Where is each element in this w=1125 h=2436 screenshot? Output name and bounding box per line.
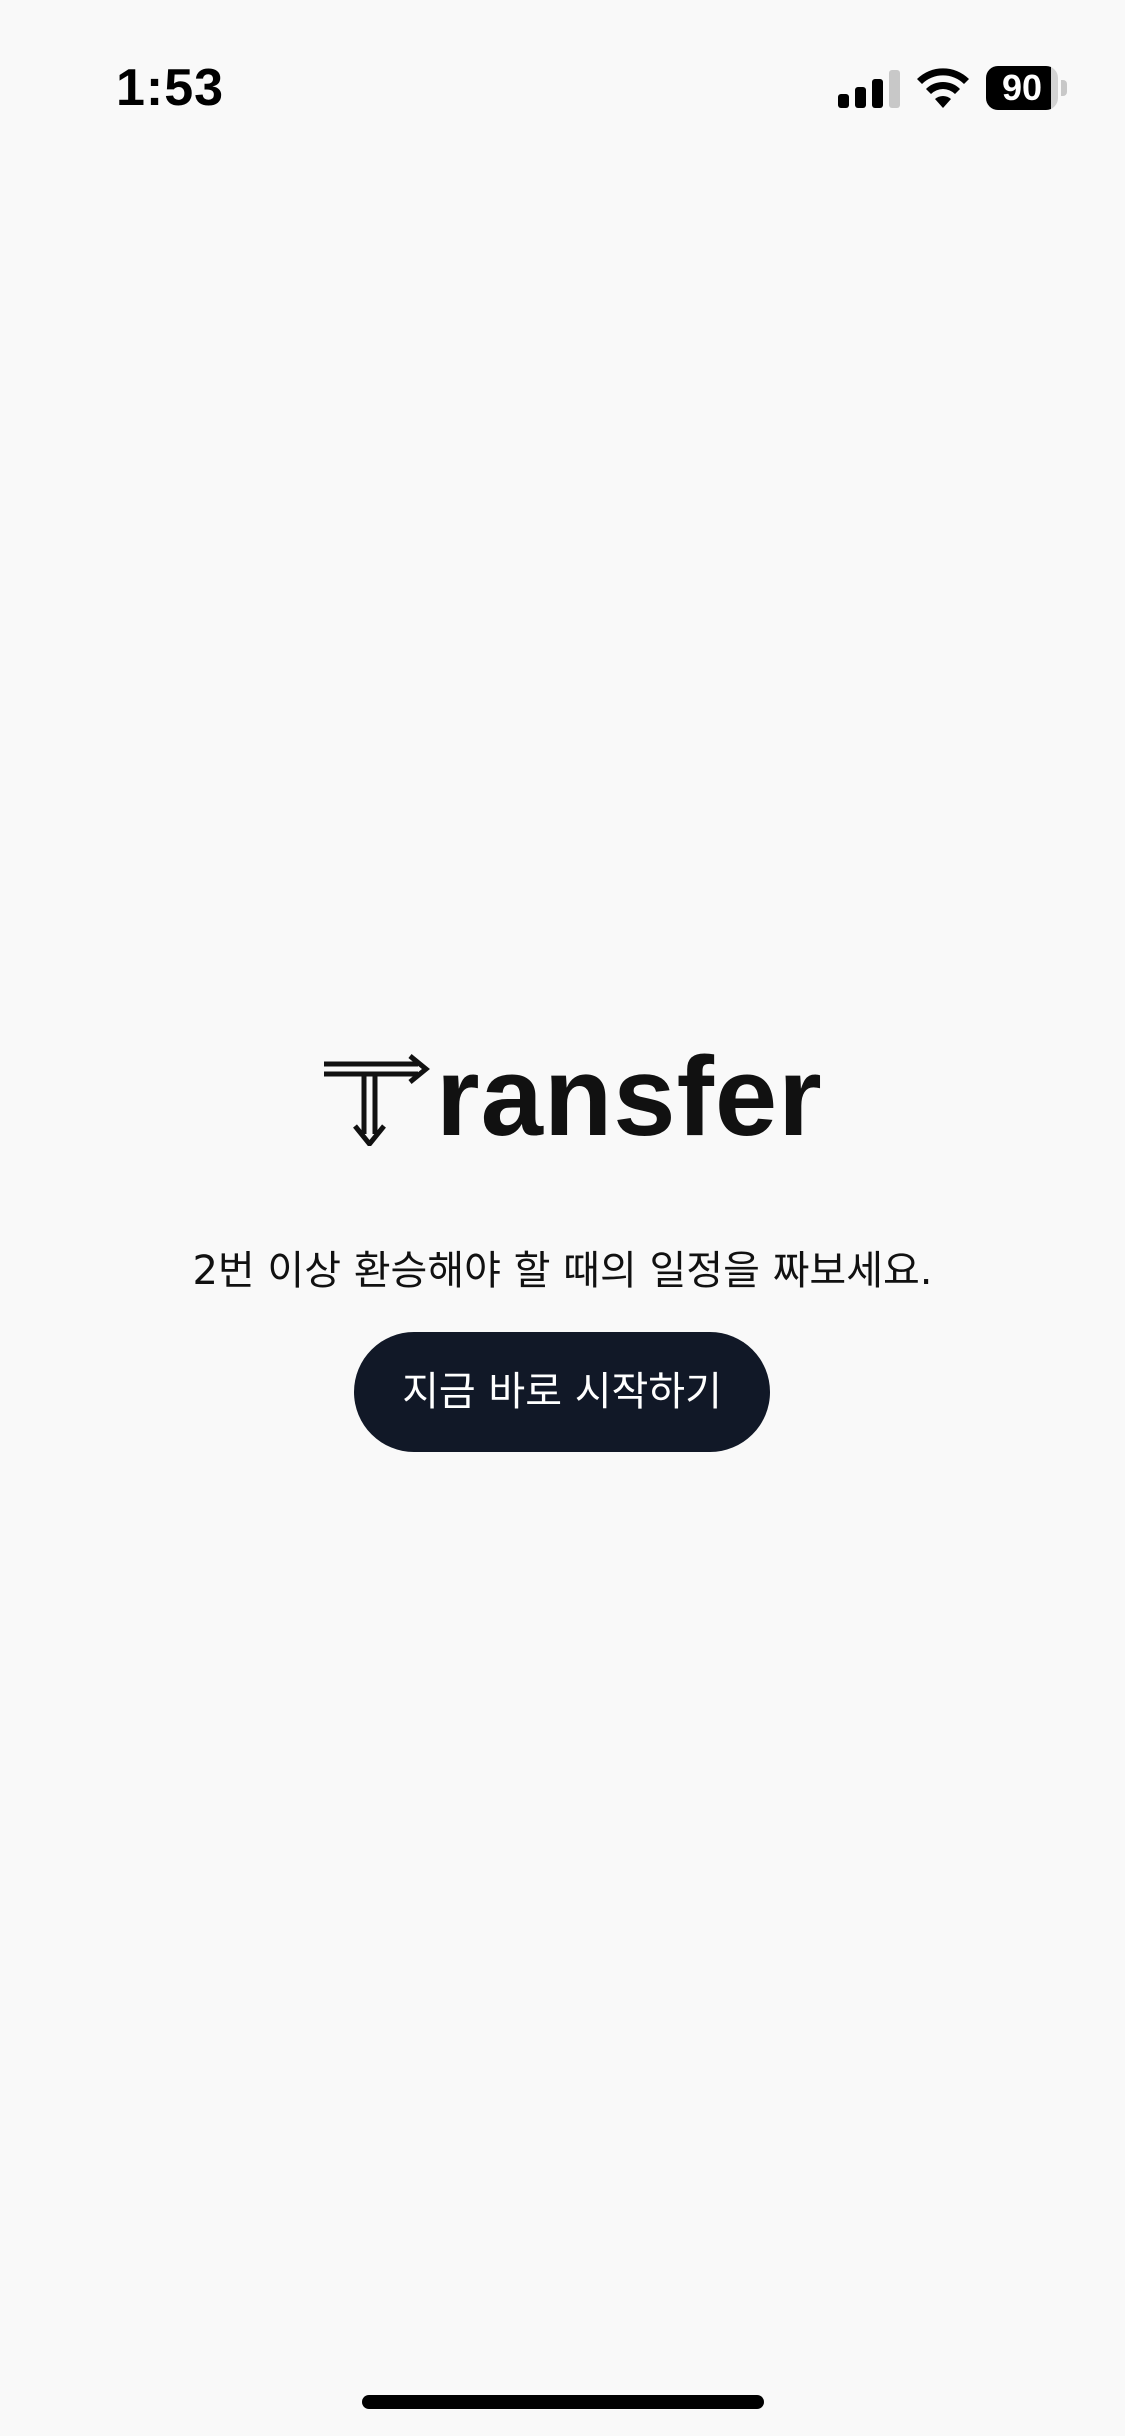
hero-section: ransfer 2번 이상 환승해야 할 때의 일정을 짜보세요. 지금 바로 …: [0, 1034, 1125, 1452]
cellular-signal-icon: [838, 70, 900, 108]
battery-cap: [1061, 80, 1067, 96]
start-button[interactable]: 지금 바로 시작하기: [354, 1332, 770, 1452]
status-bar: 1:53 90: [0, 0, 1125, 140]
tagline: 2번 이상 환승해야 할 때의 일정을 짜보세요.: [192, 1248, 933, 1294]
transfer-arrows-icon: [324, 1054, 430, 1146]
battery-body: 90: [986, 66, 1058, 110]
battery-indicator: 90: [986, 66, 1068, 110]
logo-text: ransfer: [436, 1034, 823, 1159]
wifi-icon: [917, 68, 969, 108]
status-time: 1:53: [116, 59, 225, 117]
home-indicator[interactable]: [362, 2395, 764, 2409]
logo: ransfer: [0, 1034, 1125, 1159]
battery-level: 90: [1001, 67, 1043, 108]
